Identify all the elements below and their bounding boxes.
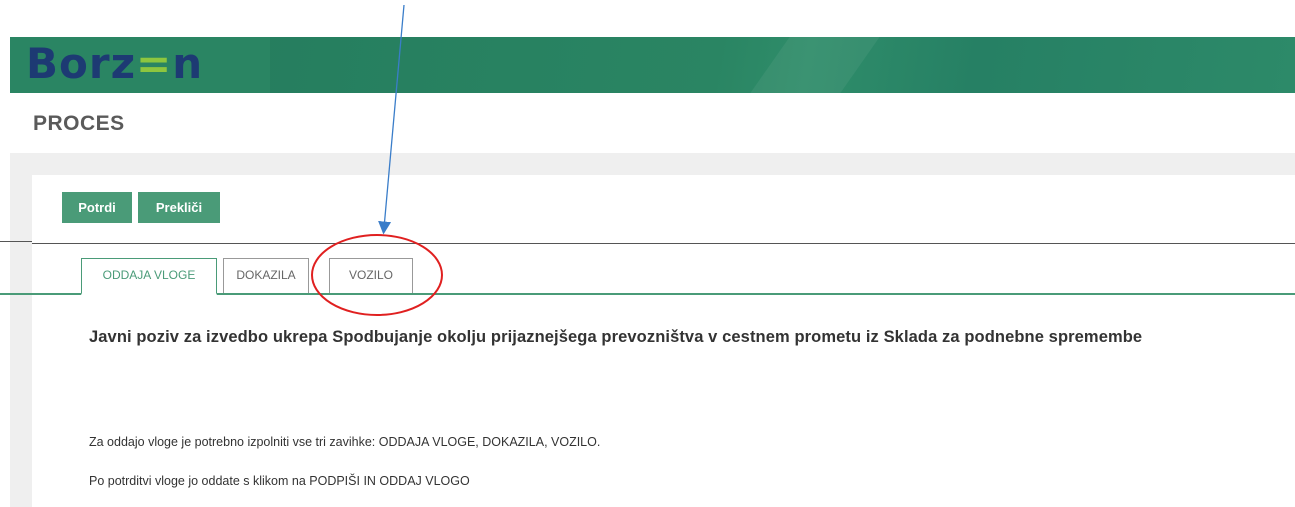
confirm-button[interactable]: Potrdi: [62, 192, 132, 223]
divider-left: [0, 241, 32, 242]
tab-underline-left: [0, 293, 32, 295]
grey-band: [10, 153, 1295, 175]
toolbar-divider: [32, 243, 1295, 244]
logo-text-end: n: [172, 39, 204, 88]
logo-accent: =: [136, 39, 173, 88]
borzen-logo[interactable]: Borz=n: [26, 38, 203, 90]
grey-left-gutter: [10, 153, 32, 507]
tab-oddaja-vloge[interactable]: ODDAJA VLOGE: [81, 258, 217, 295]
cancel-button[interactable]: Prekliči: [138, 192, 220, 223]
tab-vozilo[interactable]: VOZILO: [329, 258, 413, 293]
tab-dokazila[interactable]: DOKAZILA: [223, 258, 309, 293]
instruction-text-2: Po potrditvi vloge jo oddate s klikom na…: [89, 474, 470, 488]
logo-text: Borz: [26, 39, 137, 88]
header-stripe: [750, 37, 880, 93]
tab-underline: [32, 293, 1295, 295]
instruction-text-1: Za oddajo vloge je potrebno izpolniti vs…: [89, 435, 601, 449]
page-title: PROCES: [33, 112, 125, 135]
content-heading: Javni poziv za izvedbo ukrepa Spodbujanj…: [89, 328, 1143, 346]
